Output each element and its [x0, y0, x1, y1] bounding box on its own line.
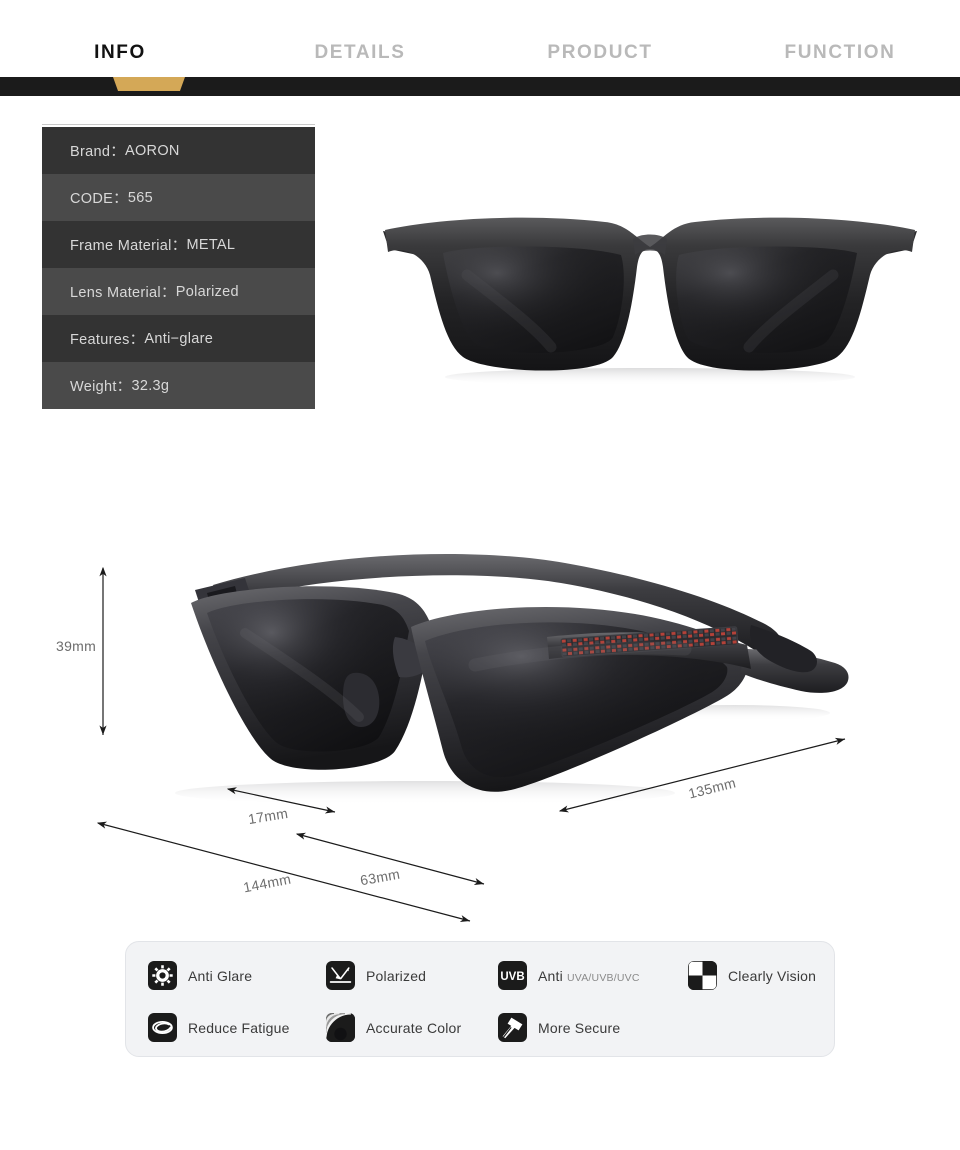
- feature-reduce-fatigue: Reduce Fatigue: [148, 1013, 290, 1042]
- spec-label-code: CODE：: [70, 191, 128, 207]
- tab-info[interactable]: INFO: [0, 42, 240, 77]
- feature-anti-glare: Anti Glare: [148, 961, 252, 990]
- checkerboard-icon: [688, 961, 717, 990]
- feature-anti-uv: UVB Anti UVA/UVB/UVC: [498, 961, 640, 990]
- sun-glare-icon: [148, 961, 177, 990]
- feature-label-reduce-fatigue: Reduce Fatigue: [188, 1019, 290, 1036]
- spec-row-features: Features： Anti−glare: [42, 315, 315, 362]
- spec-row-weight: Weight： 32.3g: [42, 362, 315, 409]
- spec-label-brand: Brand：: [70, 144, 125, 160]
- product-photo-angled-view: [95, 545, 855, 815]
- spec-value-code: 565: [127, 189, 153, 206]
- feature-clearly-vision: Clearly Vision: [688, 961, 816, 990]
- eye-swirl-icon: [148, 1013, 177, 1042]
- feature-label-more-secure: More Secure: [538, 1019, 621, 1036]
- color-arc-icon: [326, 1013, 355, 1042]
- feature-label-accurate-color: Accurate Color: [366, 1019, 462, 1036]
- spec-table-top-rule: [42, 124, 315, 125]
- polarized-ray-icon: [326, 961, 355, 990]
- spec-value-features: Anti−glare: [144, 330, 214, 347]
- feature-label-polarized: Polarized: [366, 967, 427, 984]
- dimension-line-frame-width: [96, 821, 471, 923]
- dimension-label-height: 39mm: [56, 638, 97, 654]
- tab-list: INFO DETAILS PRODUCT FUNCTION: [0, 0, 960, 77]
- uvb-badge-icon: UVB: [498, 961, 527, 990]
- svg-text:UVB: UVB: [500, 971, 524, 983]
- dimension-label-lens-width: 63mm: [358, 865, 402, 889]
- spec-label-lens-material: Lens Material：: [70, 285, 176, 301]
- spec-table: Brand： AORON CODE： 565 Frame Material： M…: [42, 127, 315, 409]
- feature-more-secure: More Secure: [498, 1013, 620, 1042]
- spec-row-lens-material: Lens Material： Polarized: [42, 268, 315, 315]
- spec-row-code: CODE： 565: [42, 174, 315, 221]
- spec-label-features: Features：: [70, 332, 145, 348]
- hammer-icon: [498, 1013, 527, 1042]
- feature-label-anti-glare: Anti Glare: [188, 967, 253, 984]
- spec-label-frame-material: Frame Material：: [70, 238, 187, 254]
- spec-value-lens-material: Polarized: [175, 283, 239, 300]
- feature-label-anti-uv-sub: UVA/UVB/UVC: [567, 971, 640, 984]
- tab-bar: INFO DETAILS PRODUCT FUNCTION: [0, 0, 960, 77]
- feature-polarized: Polarized: [326, 961, 426, 990]
- feature-label-clearly-vision: Clearly Vision: [728, 967, 817, 984]
- dimension-line-lens-width: [295, 832, 485, 885]
- tab-function[interactable]: FUNCTION: [720, 42, 960, 77]
- spec-value-brand: AORON: [125, 142, 180, 159]
- spec-value-weight: 32.3g: [131, 377, 170, 394]
- product-photo-front-view: [375, 205, 925, 390]
- features-panel: Anti Glare Polarized UVB Anti UVA/UVB/UV…: [125, 941, 835, 1057]
- spec-value-frame-material: METAL: [186, 236, 236, 253]
- spec-label-weight: Weight：: [70, 379, 132, 395]
- spec-row-frame-material: Frame Material： METAL: [42, 221, 315, 268]
- dimension-label-frame-width: 144mm: [241, 870, 293, 896]
- active-tab-indicator: [113, 77, 185, 91]
- tab-details[interactable]: DETAILS: [240, 42, 480, 77]
- spec-row-brand: Brand： AORON: [42, 127, 315, 174]
- feature-accurate-color: Accurate Color: [326, 1013, 461, 1042]
- feature-label-anti-uv: Anti UVA/UVB/UVC: [538, 968, 640, 984]
- feature-label-anti-uv-main: Anti: [538, 967, 568, 984]
- features-grid: Anti Glare Polarized UVB Anti UVA/UVB/UV…: [126, 942, 834, 1056]
- tab-product[interactable]: PRODUCT: [480, 42, 720, 77]
